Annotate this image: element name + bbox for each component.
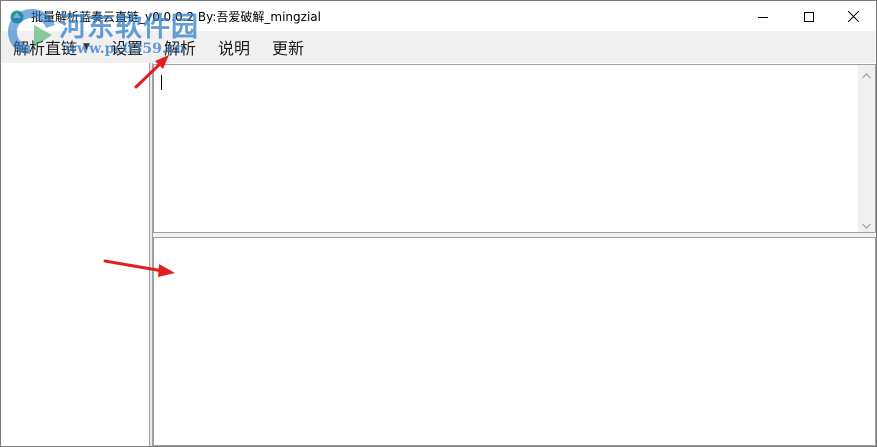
menu-parse-link-label: 解析直链: [13, 39, 78, 58]
menu-update[interactable]: 更新: [272, 31, 304, 63]
minimize-icon: [758, 7, 768, 26]
menu-update-label: 更新: [272, 39, 305, 58]
app-icon: [9, 9, 25, 25]
menu-bar: 解析直链 ▼ 设置 解析 说明 更新: [1, 31, 876, 63]
menu-help[interactable]: 说明: [218, 31, 250, 63]
menu-help-label: 说明: [218, 39, 251, 58]
title-bar[interactable]: 批量解析蓝奏云直链_v0.0.0.2 By:吾爱破解_mingzial: [1, 1, 876, 31]
app-window: 批量解析蓝奏云直链_v0.0.0.2 By:吾爱破解_mingzial 解析直链…: [0, 0, 877, 447]
chevron-down-icon: [862, 214, 871, 233]
menu-settings-label: 设置: [111, 39, 144, 58]
link-input-textarea[interactable]: [153, 64, 876, 233]
scroll-down-button[interactable]: [858, 215, 875, 232]
close-icon: [847, 7, 859, 26]
menu-parse[interactable]: 解析: [164, 31, 196, 63]
chevron-up-icon: [862, 64, 871, 83]
result-output-area[interactable]: [153, 237, 876, 446]
maximize-button[interactable]: [786, 1, 832, 31]
maximize-icon: [804, 7, 814, 26]
scroll-up-button[interactable]: [858, 65, 875, 82]
dropdown-caret-icon: ▼: [83, 42, 90, 52]
window-title: 批量解析蓝奏云直链_v0.0.0.2 By:吾爱破解_mingzial: [31, 10, 321, 24]
menu-settings[interactable]: 设置: [111, 31, 143, 63]
menu-parse-link[interactable]: 解析直链 ▼: [13, 31, 90, 63]
close-button[interactable]: [830, 1, 876, 31]
text-caret: [161, 75, 162, 90]
vertical-scrollbar[interactable]: [858, 65, 875, 232]
menu-parse-label: 解析: [164, 39, 197, 58]
minimize-button[interactable]: [740, 1, 786, 31]
left-list-panel[interactable]: [1, 63, 150, 446]
